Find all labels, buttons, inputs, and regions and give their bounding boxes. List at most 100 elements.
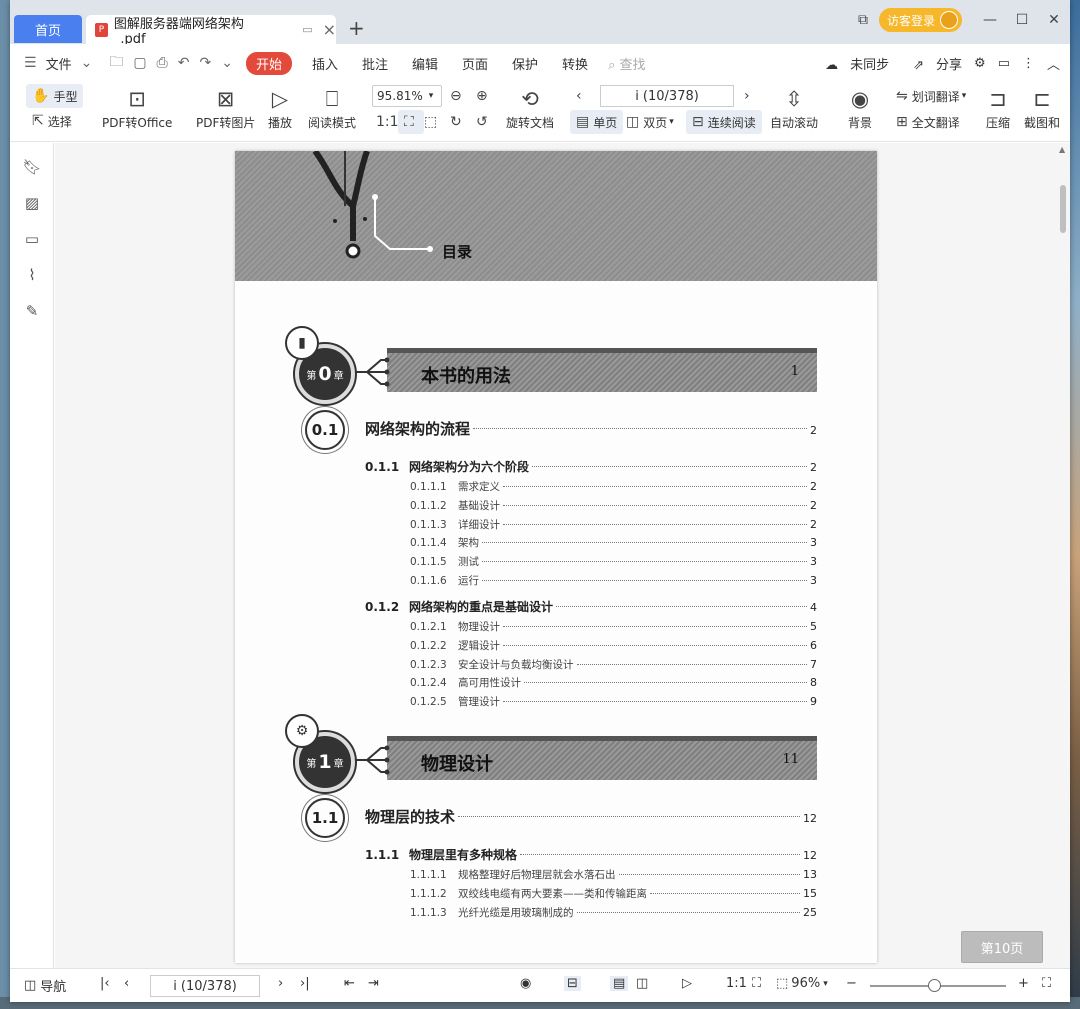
background-button[interactable]: ◉ 背景	[848, 84, 872, 131]
word-translate-button[interactable]: ⇋ 划词翻译 ▾	[896, 84, 966, 108]
hamburger-icon[interactable]: ☰	[24, 55, 37, 71]
search-box[interactable]: ⌕ 查找	[608, 54, 645, 73]
print-icon[interactable]: ⎙	[157, 55, 168, 71]
toc-entry-row[interactable]: 0.1.1.5 测试 3	[410, 554, 817, 569]
zoom-slider-knob[interactable]	[928, 979, 941, 992]
toc-entry-row[interactable]: 0.1.1.2 基础设计 2	[410, 498, 817, 513]
unsynced-button[interactable]: ☁ 未同步	[813, 54, 889, 73]
pdf-to-office-button[interactable]: ⊡ PDF转Office	[102, 84, 172, 131]
toc-entry-row[interactable]: 0.1.1.4 架构 3	[410, 535, 817, 550]
toc-entry-row[interactable]: 1.1.1 物理层里有多种规格 12	[365, 846, 817, 863]
status-page-input[interactable]: i (10/378)	[150, 975, 260, 997]
zoom-in-icon[interactable]: +	[1018, 976, 1029, 991]
visitor-login-button[interactable]: 访客登录	[878, 8, 962, 32]
attachment-icon[interactable]: ⌇	[10, 257, 54, 293]
toc-entry-row[interactable]: 1.1.1.1 规格整理好后物理层就会水落石出 13	[410, 867, 817, 882]
toc-entry-row[interactable]: 1.1.1.3 光纤光缆是用玻璃制成的 25	[410, 905, 817, 920]
menu-page[interactable]: 页面	[462, 54, 488, 73]
undo-icon[interactable]: ↶	[178, 55, 190, 71]
zoom-select[interactable]: ⬚ 96% ▾	[776, 976, 828, 991]
read-mode-button[interactable]: ⎕ 阅读模式	[308, 84, 356, 131]
bookmark-icon[interactable]: 🔖︎	[10, 149, 54, 185]
menu-convert[interactable]: 转换	[562, 54, 588, 73]
next-page-icon[interactable]: ›	[744, 84, 754, 108]
file-menu[interactable]: 文件	[46, 54, 72, 73]
forward-icon[interactable]: ⇥	[368, 976, 379, 991]
redo-icon[interactable]: ↷	[199, 55, 211, 71]
zoom-out-icon[interactable]: −	[846, 976, 857, 991]
toc-entry-row[interactable]: 0.1.2.4 高可用性设计 8	[410, 675, 817, 690]
play-icon[interactable]: ▷	[682, 976, 692, 991]
comment-icon[interactable]: ▭	[998, 56, 1010, 71]
toc-entry-row[interactable]: 0.1.2.3 安全设计与负载均衡设计 7	[410, 657, 817, 672]
rotate-doc-button[interactable]: ⟲ 旋转文档	[506, 84, 554, 131]
toc-entry-row[interactable]: 0.1.2.5 管理设计 9	[410, 694, 817, 709]
toc-entry-row[interactable]: 0.1.2 网络架构的重点是基础设计 4	[365, 598, 817, 615]
first-page-icon[interactable]: |‹	[100, 976, 110, 991]
toc-entry-row[interactable]: 1.1.1.2 双绞线电缆有两大要素——类和传输距离 15	[410, 886, 817, 901]
nav-toggle-button[interactable]: ◫ 导航	[24, 976, 66, 995]
open-folder-icon[interactable]: 🗀	[109, 51, 123, 75]
share-button[interactable]: ⇗ 分享	[901, 54, 962, 73]
pin-icon[interactable]: ▭	[302, 23, 312, 36]
maximize-button[interactable]: ☐	[1011, 9, 1033, 31]
screenshot-button[interactable]: ⊏ 截图和	[1024, 84, 1060, 131]
toc-entry-row[interactable]: 0.1.1.1 需求定义 2	[410, 479, 817, 494]
full-translate-button[interactable]: ⊞ 全文翻译	[896, 110, 960, 134]
toc-section-row[interactable]: 网络架构的流程 2	[365, 418, 817, 439]
menu-insert[interactable]: 插入	[312, 54, 338, 73]
fit-page-icon[interactable]: ⛶	[752, 976, 761, 991]
more-icon[interactable]: ⋮	[1022, 56, 1035, 71]
fullscreen-icon[interactable]: ⛶	[1042, 976, 1051, 991]
scroll-up-icon[interactable]: ▲	[1059, 145, 1065, 154]
prev-page-icon[interactable]: ‹	[576, 84, 586, 108]
single-page-button[interactable]: ▤ 单页	[570, 110, 624, 134]
single-page-icon[interactable]: ▤	[610, 976, 629, 991]
settings-icon[interactable]: ⚙	[974, 56, 986, 71]
auto-scroll-button[interactable]: ⇳ 自动滚动	[770, 84, 818, 131]
tab-home[interactable]: 首页	[14, 15, 82, 43]
zoom-slider[interactable]	[870, 979, 1006, 992]
play-button[interactable]: ▷ 播放	[268, 84, 292, 131]
toc-entry-row[interactable]: 0.1.1 网络架构分为六个阶段 2	[365, 458, 817, 475]
double-page-icon[interactable]: ◫	[636, 976, 648, 991]
toc-entry-row[interactable]: 0.1.1.3 详细设计 2	[410, 517, 817, 532]
tab-document[interactable]: P 图解服务器端网络架构_.pdf ▭ ×	[86, 15, 336, 47]
select-tool-button[interactable]: ⇱ 选择	[32, 109, 72, 133]
fit-width-icon[interactable]: ⬚	[424, 110, 441, 134]
vertical-scrollbar[interactable]: ▲	[1058, 143, 1068, 968]
back-icon[interactable]: ⇤	[344, 976, 355, 991]
double-page-button[interactable]: ◫ 双页 ▾	[626, 110, 674, 134]
scrollbar-thumb[interactable]	[1060, 185, 1066, 233]
next-page-icon[interactable]: ›	[278, 976, 283, 991]
zoom-in-icon[interactable]: ⊕	[476, 84, 492, 108]
thumbnail-icon[interactable]: ▨	[10, 185, 54, 221]
minimize-button[interactable]: —	[979, 9, 1001, 31]
page-number-input[interactable]: i (10/378)	[600, 85, 734, 107]
menu-start[interactable]: 开始	[245, 51, 292, 75]
panel-toggle-icon[interactable]: ⧉	[852, 9, 874, 31]
menu-annotate[interactable]: 批注	[362, 54, 388, 73]
menu-edit[interactable]: 编辑	[412, 54, 438, 73]
close-window-button[interactable]: ✕	[1043, 9, 1065, 31]
toc-section-row[interactable]: 物理层的技术 12	[365, 806, 817, 827]
fit-page-icon[interactable]: ⛶	[398, 110, 424, 134]
collapse-ribbon-icon[interactable]: ︿	[1047, 54, 1060, 73]
toc-entry-row[interactable]: 0.1.1.6 运行 3	[410, 573, 817, 588]
close-tab-icon[interactable]: ×	[323, 20, 336, 39]
chevron-down-icon[interactable]: ⌄	[81, 55, 93, 71]
eye-protection-icon[interactable]: ◉	[520, 976, 531, 991]
zoom-select[interactable]: 95.81% ▾	[372, 85, 442, 107]
continuous-read-button[interactable]: ⊟ 连续阅读	[686, 110, 762, 134]
signature-icon[interactable]: ✎	[10, 293, 54, 329]
actual-size-icon[interactable]: 1:1	[726, 976, 747, 991]
prev-page-icon[interactable]: ‹	[124, 976, 129, 991]
hand-tool-button[interactable]: ✋ 手型	[26, 84, 84, 108]
toc-entry-row[interactable]: 0.1.2.1 物理设计 5	[410, 619, 817, 634]
rotate-left-icon[interactable]: ↺	[476, 110, 492, 134]
menu-protect[interactable]: 保护	[512, 54, 538, 73]
more-dropdown-icon[interactable]: ⌄	[221, 55, 233, 71]
document-viewer[interactable]: 目录 本书的用法 1 第 0 章 ▮ 0.1 网络架构的流程 2 0.1.1 网络架构分为六个阶段 2…	[55, 143, 1070, 968]
toc-entry-row[interactable]: 0.1.2.2 逻辑设计 6	[410, 638, 817, 653]
rotate-right-icon[interactable]: ↻	[450, 110, 466, 134]
